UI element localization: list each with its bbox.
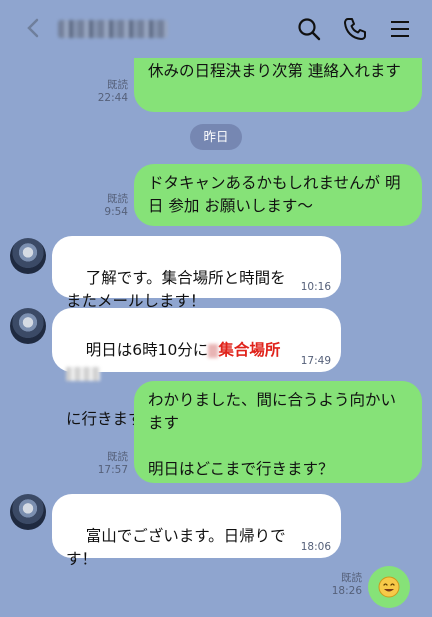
redacted-text	[208, 343, 219, 358]
message-bubble-sent[interactable]: 休みの日程決まり次第 連絡入れます	[134, 58, 422, 112]
menu-icon[interactable]	[387, 16, 413, 42]
message-text: 了解です。集合場所と時間をまたメールします！	[66, 269, 286, 310]
message-time: 10:16	[300, 281, 331, 293]
message-bubble-received[interactable]: 明日は6時10分に 集合場所 に行きます！ 17:49	[52, 308, 341, 428]
message-list[interactable]: 休みの日程決まり次第 連絡入れます 既読 22:44 昨日 ドタキャンあるかもしれ…	[0, 58, 432, 617]
emoji-message[interactable]	[368, 566, 410, 608]
back-chevron-icon[interactable]	[20, 14, 48, 42]
phone-icon[interactable]	[342, 16, 368, 42]
message-bubble-sent[interactable]: ドタキャンあるかもしれませんが 明日 参加 お願いします〜	[134, 164, 422, 226]
message-bubble-received[interactable]: 富山でございます。日帰りです！ 18:06	[52, 494, 341, 568]
date-separator: 昨日	[190, 124, 242, 150]
message-time: 17:49	[300, 355, 331, 367]
message-text-before: 明日は6時10分に	[85, 341, 209, 359]
contact-name[interactable]	[58, 20, 168, 38]
message-text: 富山でございます。日帰りです！	[66, 527, 286, 568]
smiling-face-icon	[378, 576, 400, 598]
message-bubble-sent[interactable]: わかりました、間に合うよう向かいます 明日はどこまで行きます？	[134, 381, 422, 483]
chat-header	[0, 0, 432, 58]
avatar[interactable]	[10, 238, 46, 274]
redacted-highlight: 集合場所	[218, 341, 281, 359]
read-status: 既読 18:26	[331, 572, 362, 597]
redacted-text	[66, 366, 100, 381]
read-status: 既読 9:54	[104, 193, 128, 218]
message-bubble-received[interactable]: 了解です。集合場所と時間をまたメールします！ 10:16	[52, 236, 341, 310]
read-status: 既読 17:57	[97, 451, 128, 476]
avatar[interactable]	[10, 308, 46, 344]
search-icon[interactable]	[296, 16, 322, 42]
read-status: 既読 22:44	[97, 79, 128, 104]
message-time: 18:06	[300, 541, 331, 553]
avatar[interactable]	[10, 494, 46, 530]
